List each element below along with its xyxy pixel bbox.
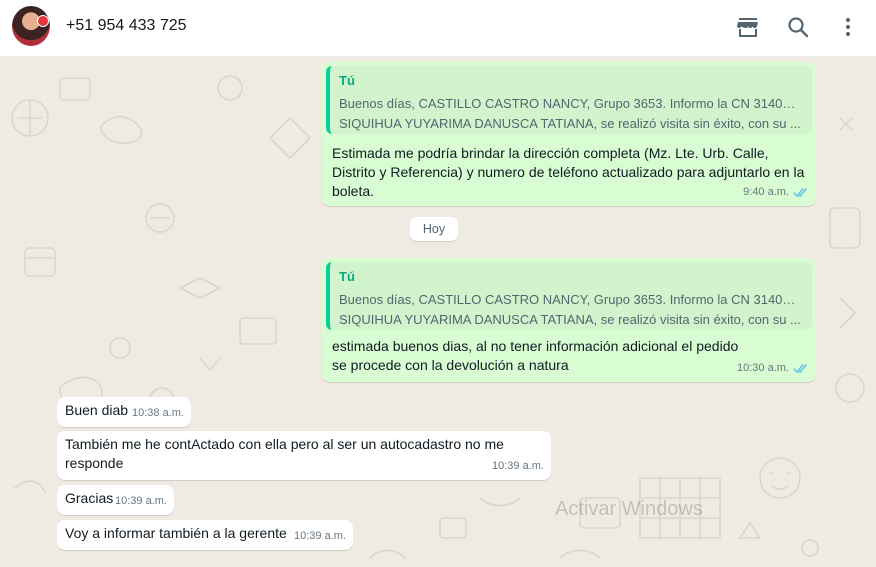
read-ticks-icon xyxy=(793,188,807,198)
more-vertical-icon[interactable] xyxy=(835,14,861,40)
contact-name[interactable]: +51 954 433 725 xyxy=(66,17,187,35)
message-meta: 10:30 a.m. xyxy=(737,359,809,378)
message-text: Estimada me podría brindar la dirección … xyxy=(332,145,805,199)
message-incoming[interactable]: Buen diab 10:38 a.m. xyxy=(57,397,191,427)
store-icon[interactable] xyxy=(735,14,761,40)
message-incoming[interactable]: Voy a informar también a la gerente 10:3… xyxy=(57,520,353,550)
message-time: 10:39 a.m. xyxy=(492,460,544,472)
message-time: 10:39 a.m. xyxy=(115,495,167,507)
message-outgoing[interactable]: Tú Buenos días, CASTILLO CASTRO NANCY, G… xyxy=(322,62,816,206)
quote-author: Tú xyxy=(339,73,355,88)
message-time: 10:39 a.m. xyxy=(294,530,346,542)
chat-header: +51 954 433 725 xyxy=(0,0,876,57)
message-text: estimada buenos dias, al no tener inform… xyxy=(332,338,739,373)
day-divider: Hoy xyxy=(410,217,458,241)
message-time: 10:38 a.m. xyxy=(132,407,184,419)
read-ticks-icon xyxy=(793,364,807,374)
chat-panel[interactable]: Tú Buenos días, CASTILLO CASTRO NANCY, G… xyxy=(0,58,876,567)
message-incoming[interactable]: También me he contActado con ella pero a… xyxy=(57,431,551,480)
quoted-message[interactable]: Tú Buenos días, CASTILLO CASTRO NANCY, G… xyxy=(326,262,812,330)
quote-text-line: Buenos días, CASTILLO CASTRO NANCY, Grup… xyxy=(339,292,802,307)
avatar[interactable] xyxy=(12,6,50,46)
quoted-message[interactable]: Tú Buenos días, CASTILLO CASTRO NANCY, G… xyxy=(326,66,812,134)
message-time: 9:40 a.m. xyxy=(743,186,789,198)
search-icon[interactable] xyxy=(785,14,811,40)
status-dot xyxy=(37,15,49,27)
quote-author: Tú xyxy=(339,269,355,284)
message-incoming[interactable]: Gracias 10:39 a.m. xyxy=(57,485,174,515)
message-meta: 9:40 a.m. xyxy=(743,183,809,202)
message-text: También me he contActado con ella pero a… xyxy=(65,436,504,471)
quote-text-line: SIQUIHUA YUYARIMA DANUSCA TATIANA, se re… xyxy=(339,116,801,131)
quote-text-line: Buenos días, CASTILLO CASTRO NANCY, Grup… xyxy=(339,96,802,111)
message-outgoing[interactable]: Tú Buenos días, CASTILLO CASTRO NANCY, G… xyxy=(322,258,816,382)
quote-text-line: SIQUIHUA YUYARIMA DANUSCA TATIANA, se re… xyxy=(339,312,801,327)
message-time: 10:30 a.m. xyxy=(737,362,789,374)
windows-activation-watermark: Activar Windows xyxy=(555,498,703,520)
